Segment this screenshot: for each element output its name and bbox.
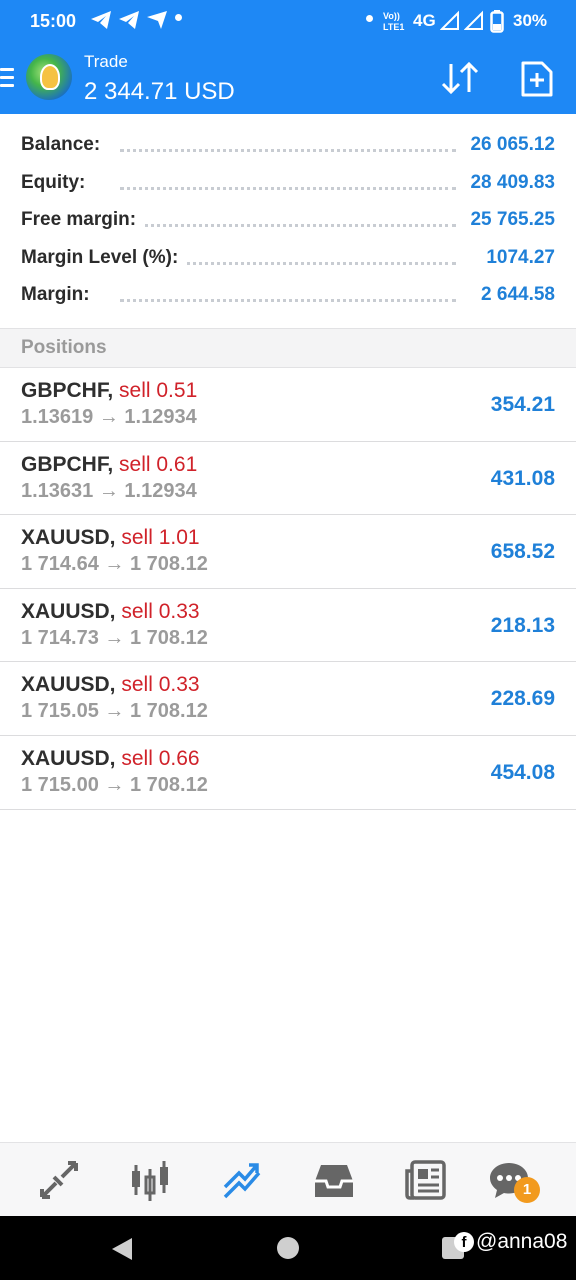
position-prices: 1.13631 → 1.12934 [21, 479, 197, 502]
position-side: sell 0.33 [121, 599, 200, 623]
position-prices: 1 715.05 → 1 708.12 [21, 700, 208, 723]
metatrader-logo [26, 54, 72, 100]
position-symbol: XAUUSD, [21, 673, 116, 697]
battery-percent: 30% [513, 11, 548, 30]
position-side: sell 1.01 [121, 526, 200, 550]
summary-row-equity: Equity: 28 409.83 [0, 164, 576, 202]
summary-label: Margin Level (%): [21, 246, 187, 269]
watermark: f @anna08 [454, 1230, 567, 1254]
app-bar: Trade 2 344.71 USD [0, 42, 576, 114]
quotes-icon[interactable] [36, 1157, 82, 1203]
position-row[interactable]: XAUUSD, sell 0.66 1 715.00 → 1 708.12 45… [0, 736, 576, 810]
summary-value: 25 765.25 [462, 209, 555, 231]
history-icon[interactable] [311, 1157, 357, 1203]
watermark-text: @anna08 [476, 1230, 568, 1253]
trade-icon[interactable] [219, 1157, 265, 1203]
position-side: sell 0.51 [119, 379, 198, 402]
notification-dot [175, 14, 182, 21]
top-bar: 15:00 Vo)) LTE1 4G 30% Trade 2 344.71 USD [0, 0, 576, 114]
position-title: XAUUSD, sell 1.01 [21, 526, 200, 550]
telegram-icon [91, 11, 111, 29]
position-symbol: GBPCHF, [21, 452, 114, 476]
position-title: XAUUSD, sell 0.33 [21, 600, 200, 624]
telegram-icon [147, 11, 167, 29]
positions-list: GBPCHF, sell 0.51 1.13619 → 1.12934 354.… [0, 368, 576, 810]
summary-row-margin: Margin: 2 644.58 [0, 276, 576, 314]
summary-label: Free margin: [21, 209, 145, 231]
dotted-leader [120, 186, 456, 190]
position-title: XAUUSD, sell 0.66 [21, 747, 200, 771]
position-prices: 1 714.64 → 1 708.12 [21, 553, 208, 576]
positions-header: Positions [0, 328, 576, 368]
sort-icon[interactable] [440, 60, 480, 96]
position-title: GBPCHF, sell 0.51 [21, 379, 197, 403]
position-row[interactable]: XAUUSD, sell 0.33 1 714.73 → 1 708.12 21… [0, 589, 576, 663]
dotted-leader [120, 299, 456, 302]
battery-icon [490, 10, 504, 33]
volte-icon: Vo))LTE1 [383, 11, 404, 32]
position-side: sell 0.61 [119, 452, 198, 476]
network-type: 4G [413, 11, 436, 30]
position-prices: 1.13619 → 1.12934 [21, 406, 197, 428]
position-profit: 658.52 [490, 540, 555, 564]
position-symbol: XAUUSD, [21, 599, 116, 623]
position-side: sell 0.66 [121, 746, 200, 770]
back-icon[interactable] [110, 1236, 134, 1262]
position-title: GBPCHF, sell 0.61 [21, 453, 197, 477]
summary-row-margin-level: Margin Level (%): 1074.27 [0, 239, 576, 277]
status-bar: 15:00 Vo)) LTE1 4G 30% [0, 0, 576, 42]
position-profit: 354.21 [490, 393, 555, 416]
summary-row-balance: Balance: 26 065.12 [0, 126, 576, 164]
position-row[interactable]: XAUUSD, sell 0.33 1 715.05 → 1 708.12 22… [0, 662, 576, 736]
signal-icon [464, 10, 483, 30]
position-prices: 1 715.00 → 1 708.12 [21, 773, 208, 796]
facebook-icon: f [454, 1232, 474, 1252]
position-row[interactable]: XAUUSD, sell 1.01 1 714.64 → 1 708.12 65… [0, 515, 576, 589]
new-order-icon[interactable] [520, 60, 554, 98]
summary-label: Balance: [21, 134, 109, 156]
status-time: 15:00 [30, 11, 77, 31]
notification-dot [366, 15, 373, 22]
menu-icon[interactable] [0, 68, 14, 88]
dotted-leader [120, 149, 456, 152]
summary-row-free-margin: Free margin: 25 765.25 [0, 201, 576, 239]
position-row[interactable]: GBPCHF, sell 0.51 1.13619 → 1.12934 354.… [0, 368, 576, 442]
bottom-tab-bar [0, 1142, 576, 1216]
account-summary: Balance: 26 065.12 Equity: 28 409.83 Fre… [0, 126, 576, 314]
position-profit: 228.69 [490, 687, 555, 711]
summary-value: 2 644.58 [473, 284, 555, 306]
page-title: Trade [84, 52, 128, 71]
position-title: XAUUSD, sell 0.33 [21, 673, 200, 697]
position-symbol: GBPCHF, [21, 379, 114, 402]
summary-value: 26 065.12 [462, 134, 555, 156]
news-icon[interactable] [403, 1157, 449, 1203]
messages-badge: 1 [514, 1177, 540, 1203]
dotted-leader [120, 224, 456, 227]
position-row[interactable]: GBPCHF, sell 0.61 1.13631 → 1.12934 431.… [0, 442, 576, 516]
position-profit: 218.13 [490, 613, 555, 637]
summary-label: Margin: [21, 284, 98, 306]
position-side: sell 0.33 [121, 673, 200, 697]
summary-value: 28 409.83 [462, 171, 555, 194]
position-symbol: XAUUSD, [21, 746, 116, 770]
signal-icon [440, 10, 459, 30]
svg-text:Vo)): Vo)) [383, 11, 400, 21]
chart-icon[interactable] [127, 1157, 173, 1203]
svg-text:LTE1: LTE1 [383, 22, 404, 32]
position-profit: 454.08 [490, 760, 555, 784]
telegram-icon [119, 11, 139, 29]
header-balance: 2 344.71 USD [84, 78, 235, 105]
position-prices: 1 714.73 → 1 708.12 [21, 626, 208, 649]
position-profit: 431.08 [490, 466, 555, 490]
position-symbol: XAUUSD, [21, 526, 116, 550]
home-icon[interactable] [277, 1237, 299, 1259]
summary-label: Equity: [21, 171, 94, 194]
positions-header-label: Positions [21, 337, 107, 358]
summary-value: 1074.27 [478, 246, 555, 269]
